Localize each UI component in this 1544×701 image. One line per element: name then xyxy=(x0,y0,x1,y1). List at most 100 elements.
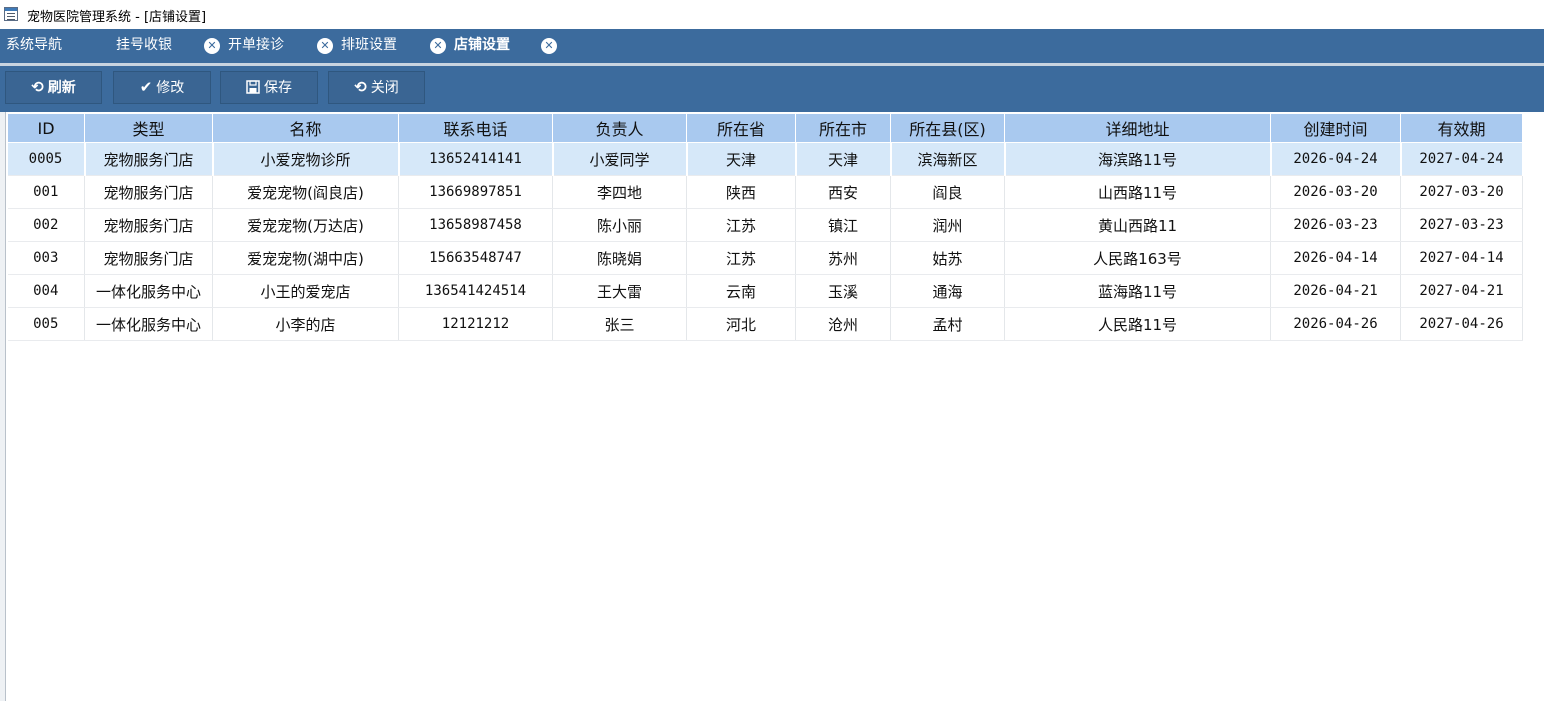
cell-province[interactable]: 天津 xyxy=(686,142,797,176)
cell-expiry[interactable]: 2027-04-21 xyxy=(1400,274,1523,308)
close-icon[interactable]: ✕ xyxy=(541,38,557,54)
cell-address[interactable]: 黄山西路11 xyxy=(1004,208,1271,242)
col-header-county[interactable]: 所在县(区) xyxy=(890,113,1005,143)
col-header-province[interactable]: 所在省 xyxy=(686,113,796,143)
cell-phone[interactable]: 13658987458 xyxy=(398,208,553,242)
refresh-icon: ⟲ xyxy=(31,78,44,96)
cell-created[interactable]: 2026-04-24 xyxy=(1270,142,1402,176)
cell-manager[interactable]: 王大雷 xyxy=(552,274,687,308)
cell-expiry[interactable]: 2027-03-23 xyxy=(1400,208,1523,242)
refresh-icon: ⟲ xyxy=(354,78,367,96)
col-header-type[interactable]: 类型 xyxy=(84,113,213,143)
tab-consult[interactable]: 开单接诊 xyxy=(228,29,284,63)
cell-id[interactable]: 005 xyxy=(7,307,85,341)
cell-manager[interactable]: 陈晓娟 xyxy=(552,241,687,275)
cell-type[interactable]: 宠物服务门店 xyxy=(84,241,213,275)
cell-county[interactable]: 润州 xyxy=(890,208,1005,242)
col-header-id[interactable]: ID xyxy=(7,113,85,143)
cell-province[interactable]: 河北 xyxy=(686,307,796,341)
cell-county[interactable]: 通海 xyxy=(890,274,1005,308)
cell-created[interactable]: 2026-03-23 xyxy=(1270,208,1401,242)
cell-id[interactable]: 002 xyxy=(7,208,85,242)
cell-manager[interactable]: 小爱同学 xyxy=(552,142,688,176)
table-row[interactable]: 0005 宠物服务门店 小爱宠物诊所 13652414141 小爱同学 天津 天… xyxy=(7,142,1524,176)
cell-name[interactable]: 小王的爱宠店 xyxy=(212,274,399,308)
table-row[interactable]: 004 一体化服务中心 小王的爱宠店 136541424514 王大雷 云南 玉… xyxy=(7,274,1523,308)
cell-phone[interactable]: 13669897851 xyxy=(398,175,553,209)
close-icon[interactable]: ✕ xyxy=(317,38,333,54)
edit-button[interactable]: ✔ 修改 xyxy=(113,71,211,104)
cell-city[interactable]: 天津 xyxy=(795,142,892,176)
cell-manager[interactable]: 张三 xyxy=(552,307,687,341)
cell-phone[interactable]: 12121212 xyxy=(398,307,553,341)
save-icon xyxy=(246,72,260,103)
cell-city[interactable]: 玉溪 xyxy=(795,274,891,308)
cell-city[interactable]: 沧州 xyxy=(795,307,891,341)
cell-type[interactable]: 宠物服务门店 xyxy=(84,208,213,242)
col-header-name[interactable]: 名称 xyxy=(212,113,399,143)
cell-manager[interactable]: 陈小丽 xyxy=(552,208,687,242)
cell-phone[interactable]: 136541424514 xyxy=(398,274,553,308)
cell-expiry[interactable]: 2027-03-20 xyxy=(1400,175,1523,209)
cell-province[interactable]: 陕西 xyxy=(686,175,796,209)
cell-expiry[interactable]: 2027-04-26 xyxy=(1400,307,1523,341)
cell-created[interactable]: 2026-04-26 xyxy=(1270,307,1401,341)
cell-name[interactable]: 小爱宠物诊所 xyxy=(212,142,400,176)
cell-phone[interactable]: 15663548747 xyxy=(398,241,553,275)
cell-province[interactable]: 云南 xyxy=(686,274,796,308)
close-icon[interactable]: ✕ xyxy=(430,38,446,54)
nav-system[interactable]: 系统导航 xyxy=(6,29,62,63)
col-header-city[interactable]: 所在市 xyxy=(795,113,891,143)
close-label: 关闭 xyxy=(370,80,399,96)
cell-type[interactable]: 宠物服务门店 xyxy=(84,142,214,176)
save-button[interactable]: 保存 xyxy=(220,71,318,104)
cell-type[interactable]: 一体化服务中心 xyxy=(84,307,213,341)
close-button[interactable]: ⟲ 关闭 xyxy=(328,71,425,104)
cell-city[interactable]: 镇江 xyxy=(795,208,891,242)
cell-id[interactable]: 004 xyxy=(7,274,85,308)
cell-id[interactable]: 0005 xyxy=(7,142,86,176)
cell-city[interactable]: 西安 xyxy=(795,175,891,209)
tab-register[interactable]: 挂号收银 xyxy=(116,29,172,63)
cell-id[interactable]: 001 xyxy=(7,175,85,209)
cell-type[interactable]: 宠物服务门店 xyxy=(84,175,213,209)
cell-address[interactable]: 人民路163号 xyxy=(1004,241,1271,275)
table-row[interactable]: 003 宠物服务门店 爱宠宠物(湖中店) 15663548747 陈晓娟 江苏 … xyxy=(7,241,1523,275)
tab-schedule[interactable]: 排班设置 xyxy=(341,29,397,63)
cell-id[interactable]: 003 xyxy=(7,241,85,275)
cell-county[interactable]: 姑苏 xyxy=(890,241,1005,275)
cell-name[interactable]: 爱宠宠物(阎良店) xyxy=(212,175,399,209)
cell-expiry[interactable]: 2027-04-14 xyxy=(1400,241,1523,275)
refresh-button[interactable]: ⟲ 刷新 xyxy=(5,71,102,104)
col-header-address[interactable]: 详细地址 xyxy=(1004,113,1271,143)
col-header-created[interactable]: 创建时间 xyxy=(1270,113,1401,143)
cell-created[interactable]: 2026-03-20 xyxy=(1270,175,1401,209)
cell-city[interactable]: 苏州 xyxy=(795,241,891,275)
col-header-manager[interactable]: 负责人 xyxy=(552,113,687,143)
cell-province[interactable]: 江苏 xyxy=(686,208,796,242)
cell-manager[interactable]: 李四地 xyxy=(552,175,687,209)
col-header-expiry[interactable]: 有效期 xyxy=(1400,113,1523,143)
close-icon[interactable]: ✕ xyxy=(204,38,220,54)
cell-province[interactable]: 江苏 xyxy=(686,241,796,275)
tab-store-settings[interactable]: 店铺设置 xyxy=(454,29,510,63)
table-row[interactable]: 001 宠物服务门店 爱宠宠物(阎良店) 13669897851 李四地 陕西 … xyxy=(7,175,1523,209)
cell-address[interactable]: 山西路11号 xyxy=(1004,175,1271,209)
cell-phone[interactable]: 13652414141 xyxy=(398,142,554,176)
cell-address[interactable]: 蓝海路11号 xyxy=(1004,274,1271,308)
cell-county[interactable]: 孟村 xyxy=(890,307,1005,341)
cell-name[interactable]: 爱宠宠物(湖中店) xyxy=(212,241,399,275)
table-row[interactable]: 005 一体化服务中心 小李的店 12121212 张三 河北 沧州 孟村 人民… xyxy=(7,307,1523,341)
cell-type[interactable]: 一体化服务中心 xyxy=(84,274,213,308)
cell-created[interactable]: 2026-04-21 xyxy=(1270,274,1401,308)
cell-name[interactable]: 爱宠宠物(万达店) xyxy=(212,208,399,242)
cell-county[interactable]: 阎良 xyxy=(890,175,1005,209)
cell-expiry[interactable]: 2027-04-24 xyxy=(1400,142,1524,176)
col-header-phone[interactable]: 联系电话 xyxy=(398,113,553,143)
cell-county[interactable]: 滨海新区 xyxy=(890,142,1006,176)
cell-name[interactable]: 小李的店 xyxy=(212,307,399,341)
cell-address[interactable]: 人民路11号 xyxy=(1004,307,1271,341)
cell-created[interactable]: 2026-04-14 xyxy=(1270,241,1401,275)
table-row[interactable]: 002 宠物服务门店 爱宠宠物(万达店) 13658987458 陈小丽 江苏 … xyxy=(7,208,1523,242)
cell-address[interactable]: 海滨路11号 xyxy=(1004,142,1272,176)
